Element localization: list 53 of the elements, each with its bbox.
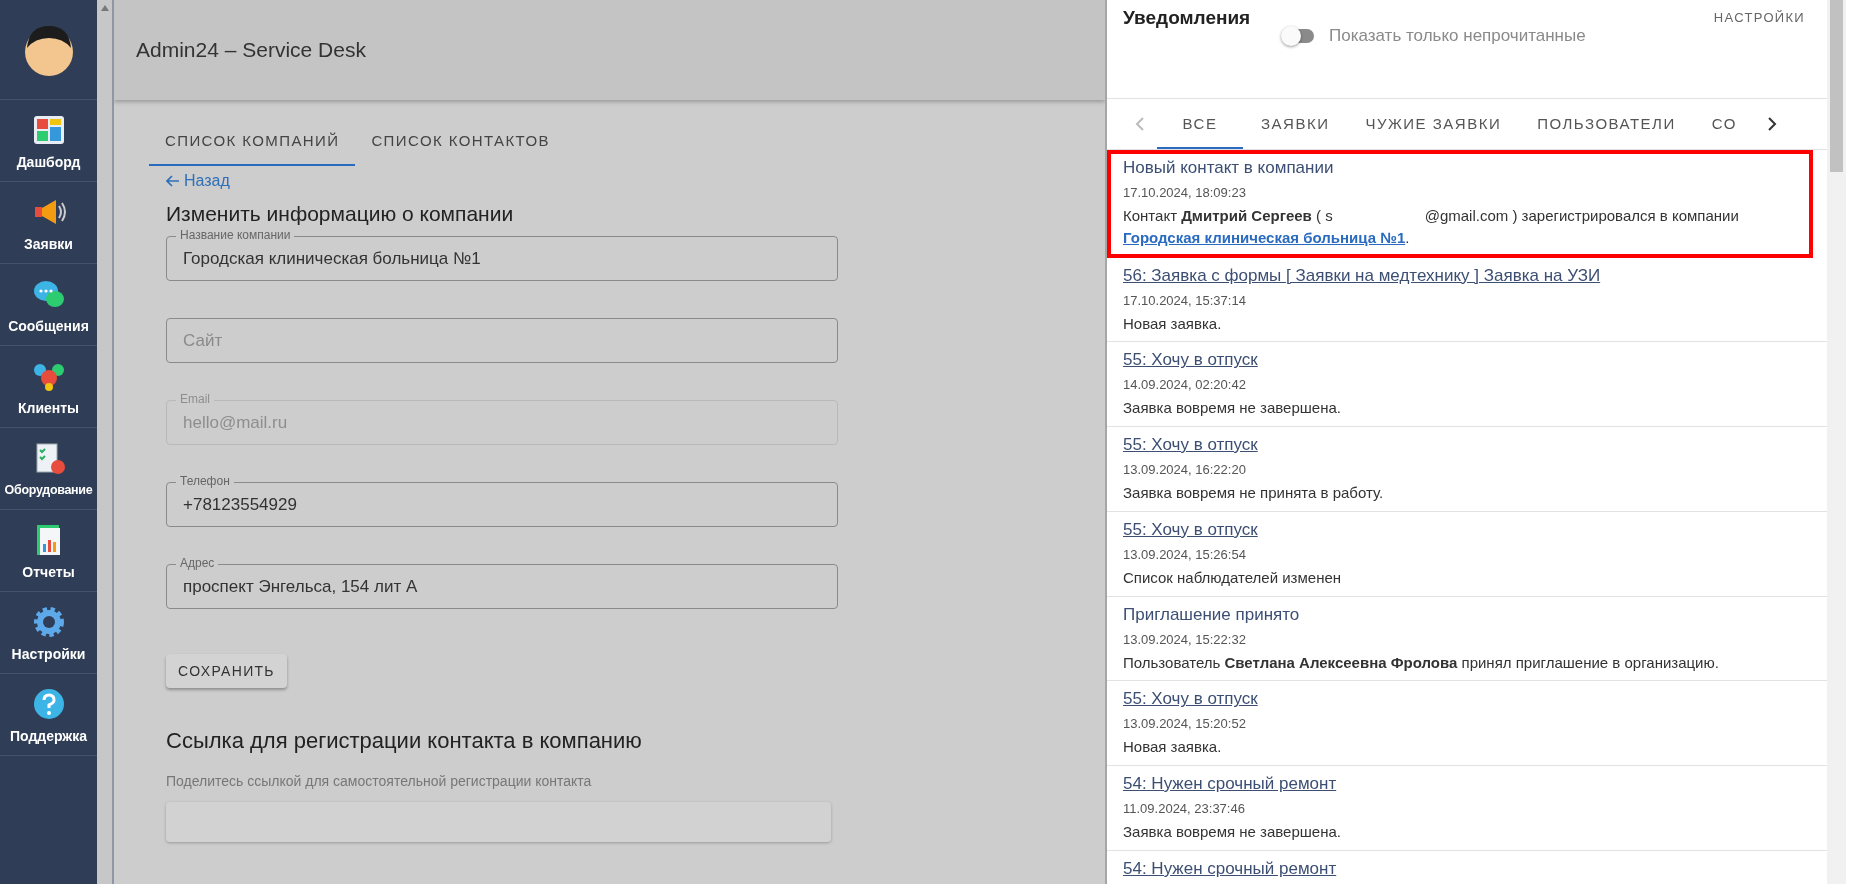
notification-tab[interactable]: ПОЛЬЗОВАТЕЛИ (1519, 99, 1694, 149)
panel-title: Уведомления (1123, 7, 1252, 29)
page-tab[interactable]: СПИСОК КОМПАНИЙ (149, 116, 356, 166)
notification-text: Заявка вовремя не завершена. (1123, 398, 1342, 419)
notification-tab[interactable]: СО (1693, 99, 1755, 149)
field-label: Email (176, 392, 214, 406)
sidebar-item[interactable]: Оборудование (0, 428, 97, 510)
notification-link[interactable]: 54: Нужен срочный ремонт (1123, 774, 1337, 794)
notification-date: 11.09.2024, 23:37:46 (1123, 801, 1245, 816)
scrollbar-thumb[interactable] (1830, 0, 1843, 172)
notification-text: Новая заявка. (1123, 313, 1223, 334)
sidebar-item[interactable]: Дашборд (0, 100, 97, 182)
text-field[interactable]: Сайт (166, 318, 838, 363)
app-title: Admin24 – Service Desk (136, 38, 366, 62)
page-tab[interactable]: СПИСОК КОНТАКТОВ (355, 116, 566, 166)
notification-link[interactable]: 55: Хочу в отпуск (1123, 519, 1258, 540)
notification-date: 13.09.2024, 15:22:32 (1123, 631, 1246, 647)
save-button[interactable]: СОХРАНИТЬ (166, 654, 287, 688)
notification-date: 14.09.2024, 02:20:42 (1123, 377, 1246, 393)
field-label: Название компании (176, 228, 295, 242)
arrow-left-icon (166, 175, 180, 187)
notification-date: 17.10.2024, 18:09:23 (1123, 185, 1246, 200)
notification-title: Приглашение принято (1123, 604, 1300, 625)
notification-tab[interactable]: ЗАЯВКИ (1243, 99, 1348, 149)
notification-title: Новый контакт в компании (1123, 158, 1334, 178)
notification-link[interactable]: 54: Нужен срочный ремонт (1123, 858, 1337, 879)
notification-link[interactable]: 55: Хочу в отпуск (1123, 350, 1258, 371)
notification-tab[interactable]: ЧУЖИЕ ЗАЯВКИ (1347, 99, 1520, 149)
form-heading: Изменить информацию о компании (166, 202, 515, 226)
notification-text: Пользователь Светлана Алексеевна Фролова принял приглашение в организацию. (1123, 652, 1720, 673)
scroll-up-icon[interactable] (99, 4, 110, 12)
section-heading: Ссылка для регистрации контакта в компанию (166, 728, 643, 754)
sidebar-item[interactable]: Поддержка (0, 674, 97, 756)
settings-button[interactable]: НАСТРОЙКИ (1713, 7, 1805, 28)
notification-text: Заявка вовремя не завершена. (1123, 822, 1342, 842)
notification-text: Список наблюдателей изменен (1123, 567, 1343, 588)
notification-date: 13.09.2024, 16:22:20 (1123, 462, 1246, 477)
notification-link[interactable]: 56: Заявка с формы [ Заявки на медтехнику ] Заявка на УЗИ (1123, 265, 1601, 286)
notification-date: 13.09.2024, 15:26:54 (1123, 546, 1246, 562)
field-label: Телефон (176, 474, 234, 488)
notification-text: Заявка вовремя не принята в работу. (1123, 483, 1385, 503)
notification-text: Контакт Дмитрий Сергеев ( s @gmail.com ) зарегистрировался в компании Городская клиническая больница №1. (1123, 206, 1740, 248)
notification-link[interactable]: 55: Хочу в отпуск (1123, 689, 1258, 710)
notification-item[interactable]: Новый контакт в компании 17.10.2024, 18:09:23 Контакт Дмитрий Сергеев ( s @gmail.com ) зарегистрировался в компании Городская клиническая больница №1. (1107, 150, 1813, 258)
section-hint: Поделитесь ссылкой для самостоятельной регистрации контакта (166, 773, 593, 789)
notification-text: Новая заявка. (1123, 737, 1223, 758)
notification-date: 13.09.2024, 15:20:52 (1123, 716, 1246, 732)
field-label: Адрес (176, 556, 219, 570)
notification-link[interactable]: 55: Хочу в отпуск (1123, 435, 1258, 455)
notification-tab[interactable]: ВСЕ (1157, 99, 1243, 149)
sidebar-item[interactable]: Отчеты (0, 510, 97, 592)
toggle-label: Показать только непрочитанные (1329, 26, 1586, 46)
notification-date: 17.10.2024, 15:37:14 (1123, 292, 1246, 308)
